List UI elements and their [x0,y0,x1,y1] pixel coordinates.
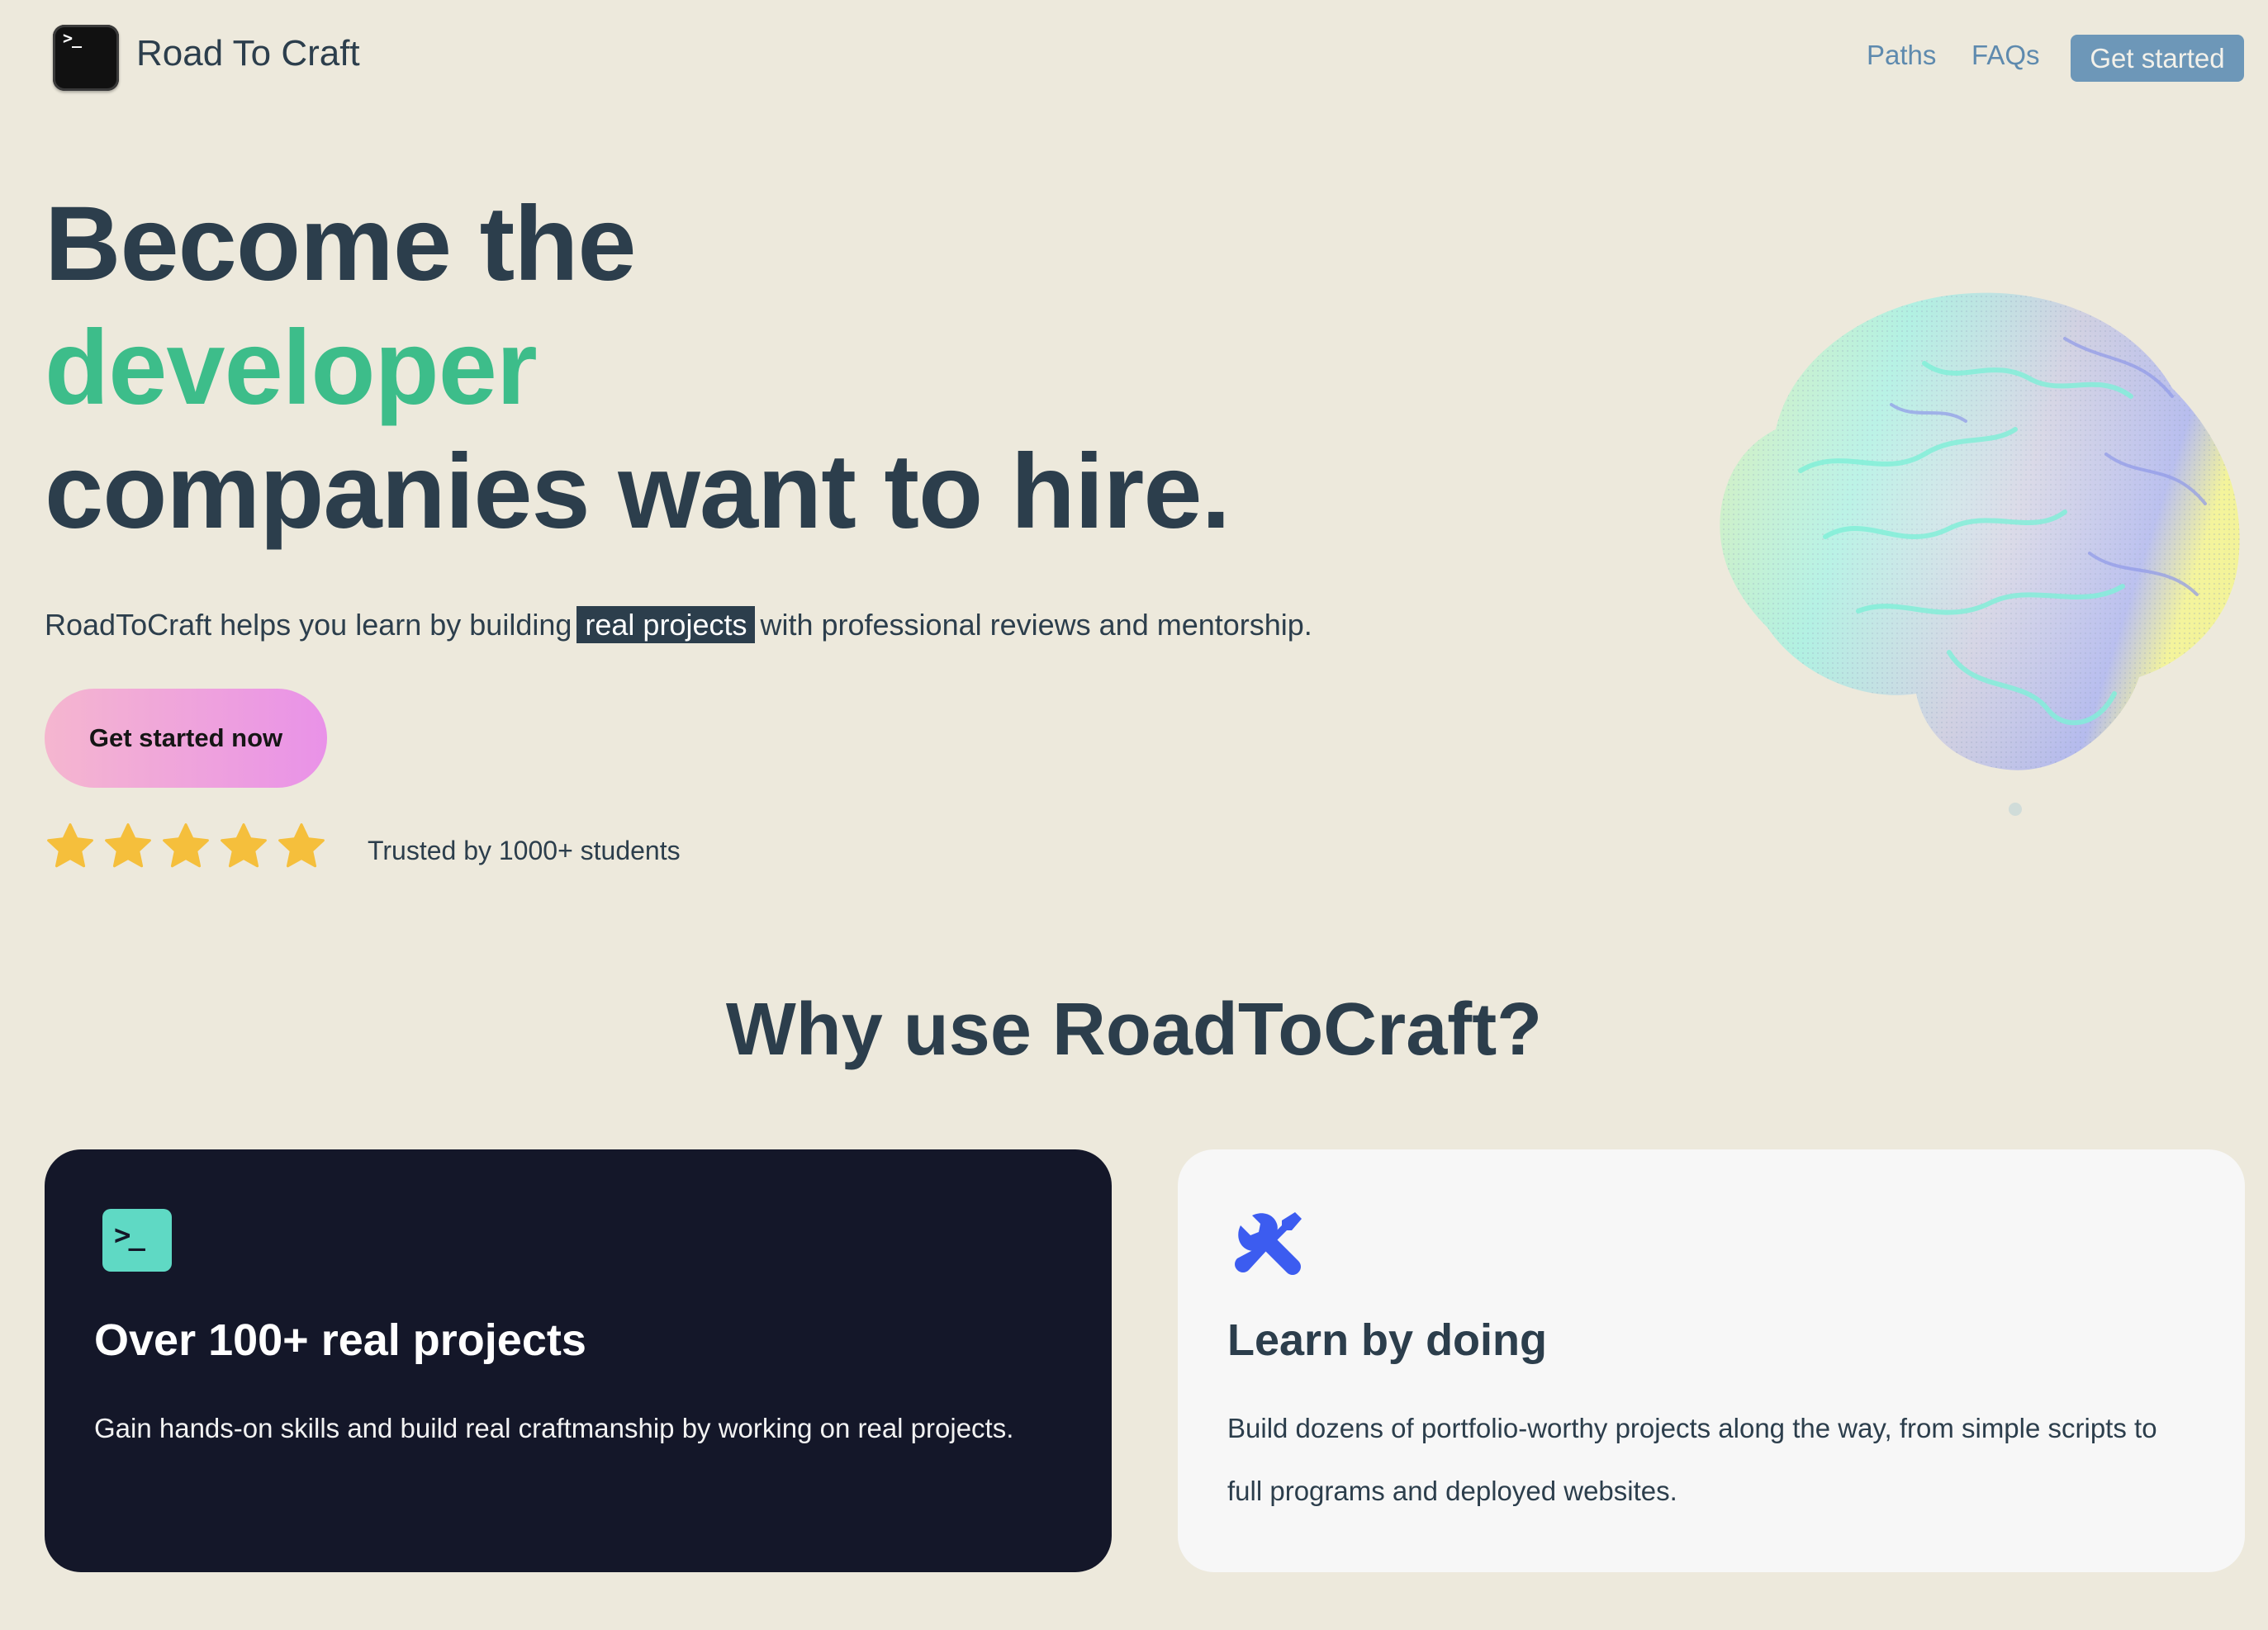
card-text: Gain hands-on skills and build real craf… [94,1413,1014,1443]
tools-icon [1235,1212,1302,1275]
star-icon [47,823,93,868]
terminal-logo-icon[interactable]: >_ [53,25,119,91]
feature-card-learn: Learn by doing Build dozens of portfolio… [1178,1149,2245,1572]
card-title: Learn by doing [1227,1315,1548,1365]
nav-paths-link[interactable]: Paths [1867,40,1936,71]
site-header: >_ Road To Craft Paths FAQs Get started [0,0,2268,116]
card-title: Over 100+ real projects [94,1315,586,1365]
subtitle-highlight: real projects [576,606,756,643]
subtitle-text-after: with professional reviews and mentorship… [760,608,1312,642]
get-started-button[interactable]: Get started [2071,35,2244,82]
feature-card-projects: >_ Over 100+ real projects Gain hands-on… [45,1149,1112,1572]
card-text: Build dozens of portfolio-worthy project… [1227,1413,2157,1506]
get-started-now-button[interactable]: Get started now [45,689,327,788]
trusted-text: Trusted by 1000+ students [368,836,681,865]
hero-subtitle: RoadToCraft helps you learn by building r… [45,606,1312,643]
star-icon [163,823,209,868]
star-rating [45,819,327,879]
brain-illustration [1720,292,2240,816]
brand-name[interactable]: Road To Craft [136,33,360,74]
hero-title-line-1: Become the [45,185,637,303]
nav-faqs-link[interactable]: FAQs [1971,40,2040,71]
hero-title-line-2: developer [45,309,538,427]
star-icon [221,823,267,868]
terminal-icon: >_ [102,1209,172,1272]
why-section-title: Why use RoadToCraft? [725,988,1543,1071]
star-icon [278,823,325,868]
subtitle-text-before: RoadToCraft helps you learn by building [45,608,572,642]
hero-title-line-3: companies want to hire. [45,433,1231,551]
star-icon [105,823,151,868]
